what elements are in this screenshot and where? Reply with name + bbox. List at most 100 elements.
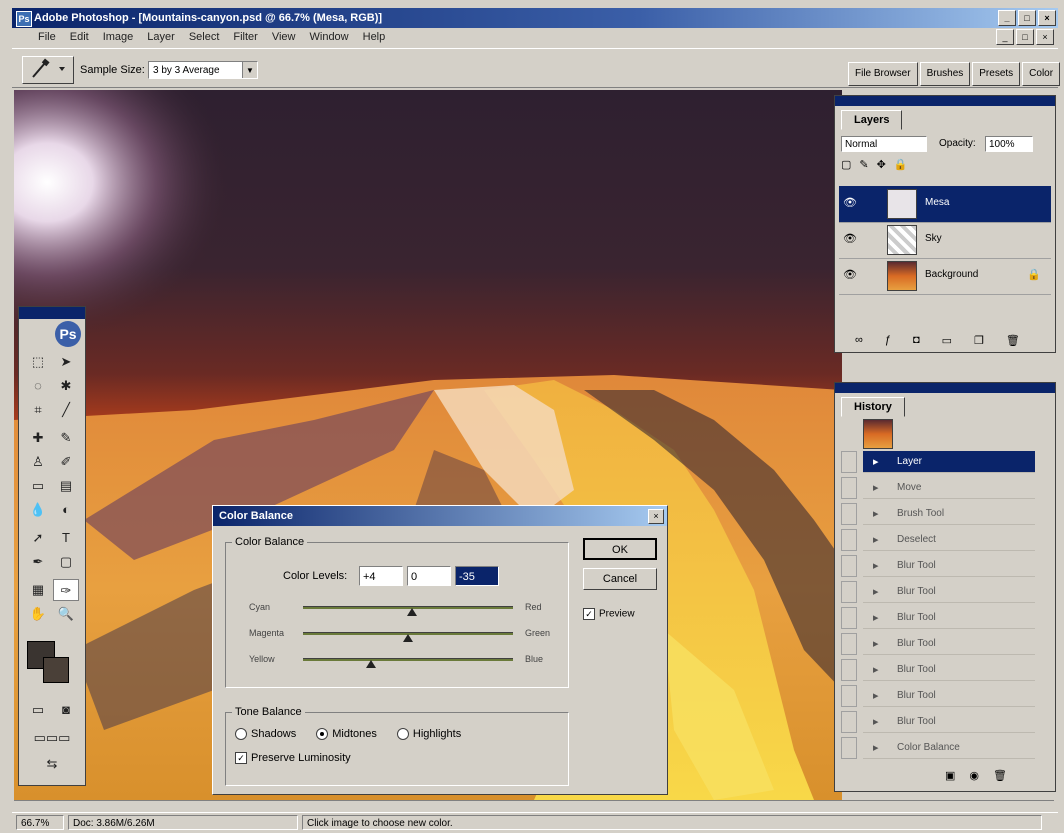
pen-icon[interactable]: ✒ <box>25 551 51 573</box>
history-state-marker[interactable] <box>841 451 857 473</box>
brush-icon[interactable]: ✎ <box>53 427 79 449</box>
history-state-marker[interactable] <box>841 685 857 707</box>
eye-icon[interactable]: 👁 <box>843 232 857 246</box>
background-color-swatch[interactable] <box>43 657 69 683</box>
tab-file-browser[interactable]: File Browser <box>848 62 918 86</box>
menu-layer[interactable]: Layer <box>147 31 175 43</box>
layers-palette-title-bar[interactable] <box>835 96 1055 106</box>
history-item[interactable]: ▸ Blur Tool <box>863 633 1035 655</box>
maximize-button[interactable]: □ <box>1018 10 1036 26</box>
history-item[interactable]: ▸ Layer <box>863 451 1035 473</box>
layer-row[interactable]: 👁 Background 🔒 <box>839 258 1051 295</box>
trash-icon[interactable]: 🗑 <box>993 769 1007 782</box>
dialog-close-button[interactable]: × <box>648 509 664 524</box>
dodge-icon[interactable]: ◐ <box>53 499 79 521</box>
minimize-button[interactable]: _ <box>998 10 1016 26</box>
eraser-icon[interactable]: ▭ <box>25 475 51 497</box>
tab-brushes[interactable]: Brushes <box>919 62 971 86</box>
history-item[interactable]: ▸ Blur Tool <box>863 659 1035 681</box>
history-state-marker[interactable] <box>841 477 857 499</box>
preserve-luminosity-checkbox[interactable]: ✓ <box>235 752 247 765</box>
doc-maximize-button[interactable]: □ <box>1016 29 1034 45</box>
history-item[interactable]: ▸ Blur Tool <box>863 581 1035 603</box>
crop-icon[interactable]: ⌗ <box>25 399 51 421</box>
link-icon[interactable]: ∞ <box>855 334 863 347</box>
history-item[interactable]: ▸ Color Balance <box>863 737 1035 759</box>
history-item[interactable]: ▸ Blur Tool <box>863 685 1035 707</box>
jump-to-imageready-icon[interactable]: ⇆ <box>25 753 79 775</box>
history-state-marker[interactable] <box>841 607 857 629</box>
preserve-luminosity-option[interactable]: ✓ Preserve Luminosity <box>235 752 351 765</box>
opacity-field[interactable]: 100% <box>985 136 1033 152</box>
history-item[interactable]: ▸ Blur Tool <box>863 555 1035 577</box>
history-state-marker[interactable] <box>841 581 857 603</box>
menu-edit[interactable]: Edit <box>70 31 89 43</box>
eye-icon[interactable]: 👁 <box>843 196 857 210</box>
menu-select[interactable]: Select <box>189 31 220 43</box>
clone-stamp-icon[interactable]: ♙ <box>25 451 51 473</box>
preview-checkbox[interactable]: ✓ <box>583 608 595 620</box>
history-item[interactable]: ▸ Move <box>863 477 1035 499</box>
history-brush-icon[interactable]: ✐ <box>53 451 79 473</box>
highlights-radio[interactable] <box>396 728 409 741</box>
marquee-icon[interactable]: ⬚ <box>25 351 51 373</box>
gradient-icon[interactable]: ▤ <box>53 475 79 497</box>
lock-transparency-icon[interactable]: ▢ <box>841 158 851 171</box>
eyedropper-tool-icon[interactable]: ✑ <box>53 579 79 601</box>
layer-row[interactable]: 👁 Mesa <box>839 186 1051 223</box>
history-item[interactable]: ▸ Brush Tool <box>863 503 1035 525</box>
folder-icon[interactable]: ▭ <box>942 334 952 347</box>
tab-history[interactable]: History <box>841 397 905 417</box>
history-item[interactable]: ▸ Blur Tool <box>863 607 1035 629</box>
tab-layers[interactable]: Layers <box>841 110 903 130</box>
type-icon[interactable]: T <box>53 527 79 549</box>
history-state-marker[interactable] <box>841 711 857 733</box>
notes-icon[interactable]: ▦ <box>25 579 51 601</box>
shape-icon[interactable]: ▢ <box>53 551 79 573</box>
tab-color[interactable]: Color <box>1022 62 1061 86</box>
menu-help[interactable]: Help <box>363 31 386 43</box>
close-button[interactable]: × <box>1038 10 1056 26</box>
mask-icon[interactable]: ◘ <box>913 334 920 347</box>
history-state-marker[interactable] <box>841 503 857 525</box>
screen-mode-icon[interactable]: ▭▭▭ <box>25 727 79 749</box>
hand-icon[interactable]: ✋ <box>25 603 51 625</box>
lasso-icon[interactable]: ◌ <box>25 375 51 397</box>
new-document-icon[interactable]: ▣ <box>945 769 955 782</box>
highlights-option[interactable]: Highlights <box>396 728 461 741</box>
shadows-radio[interactable] <box>235 728 247 741</box>
trash-icon[interactable]: 🗑 <box>1006 334 1020 347</box>
preview-option[interactable]: ✓ Preview <box>583 608 635 620</box>
magenta-green-level-field[interactable]: 0 <box>407 566 451 586</box>
shadows-option[interactable]: Shadows <box>235 728 296 741</box>
move-icon[interactable]: ➤ <box>53 351 79 373</box>
layer-row[interactable]: 👁 Sky <box>839 222 1051 259</box>
healing-brush-icon[interactable]: ✚ <box>25 427 51 449</box>
menu-file[interactable]: File <box>38 31 56 43</box>
doc-close-button[interactable]: × <box>1036 29 1054 45</box>
menu-window[interactable]: Window <box>310 31 349 43</box>
history-state-marker[interactable] <box>841 659 857 681</box>
lock-pixels-icon[interactable]: ✎ <box>859 158 868 171</box>
zoom-icon[interactable]: 🔍 <box>53 603 79 625</box>
yellow-blue-slider-track[interactable] <box>303 658 513 661</box>
lock-position-icon[interactable]: ✥ <box>877 158 886 171</box>
history-state-marker[interactable] <box>841 529 857 551</box>
menu-view[interactable]: View <box>272 31 296 43</box>
layer-style-icon[interactable]: ƒ <box>885 334 891 347</box>
standard-mode-icon[interactable]: ▭ <box>25 699 51 721</box>
lock-all-icon[interactable]: 🔒 <box>894 158 908 171</box>
ok-button[interactable]: OK <box>583 538 657 560</box>
midtones-radio[interactable] <box>316 728 329 741</box>
yellow-blue-level-field[interactable]: -35 <box>455 566 499 586</box>
yellow-blue-slider-knob[interactable] <box>366 660 377 668</box>
cyan-red-level-field[interactable]: +4 <box>359 566 403 586</box>
photoshop-logo-icon[interactable]: Ps <box>55 321 81 347</box>
magenta-green-slider-knob[interactable] <box>403 634 413 642</box>
history-item[interactable]: ▸ Blur Tool <box>863 711 1035 733</box>
slice-icon[interactable]: ╱ <box>53 399 79 421</box>
tab-presets[interactable]: Presets <box>972 62 1021 86</box>
tool-preset-picker[interactable] <box>22 56 74 84</box>
doc-size-info[interactable]: Doc: 3.86M/6.26M <box>68 815 298 830</box>
history-item[interactable]: ▸ Deselect <box>863 529 1035 551</box>
